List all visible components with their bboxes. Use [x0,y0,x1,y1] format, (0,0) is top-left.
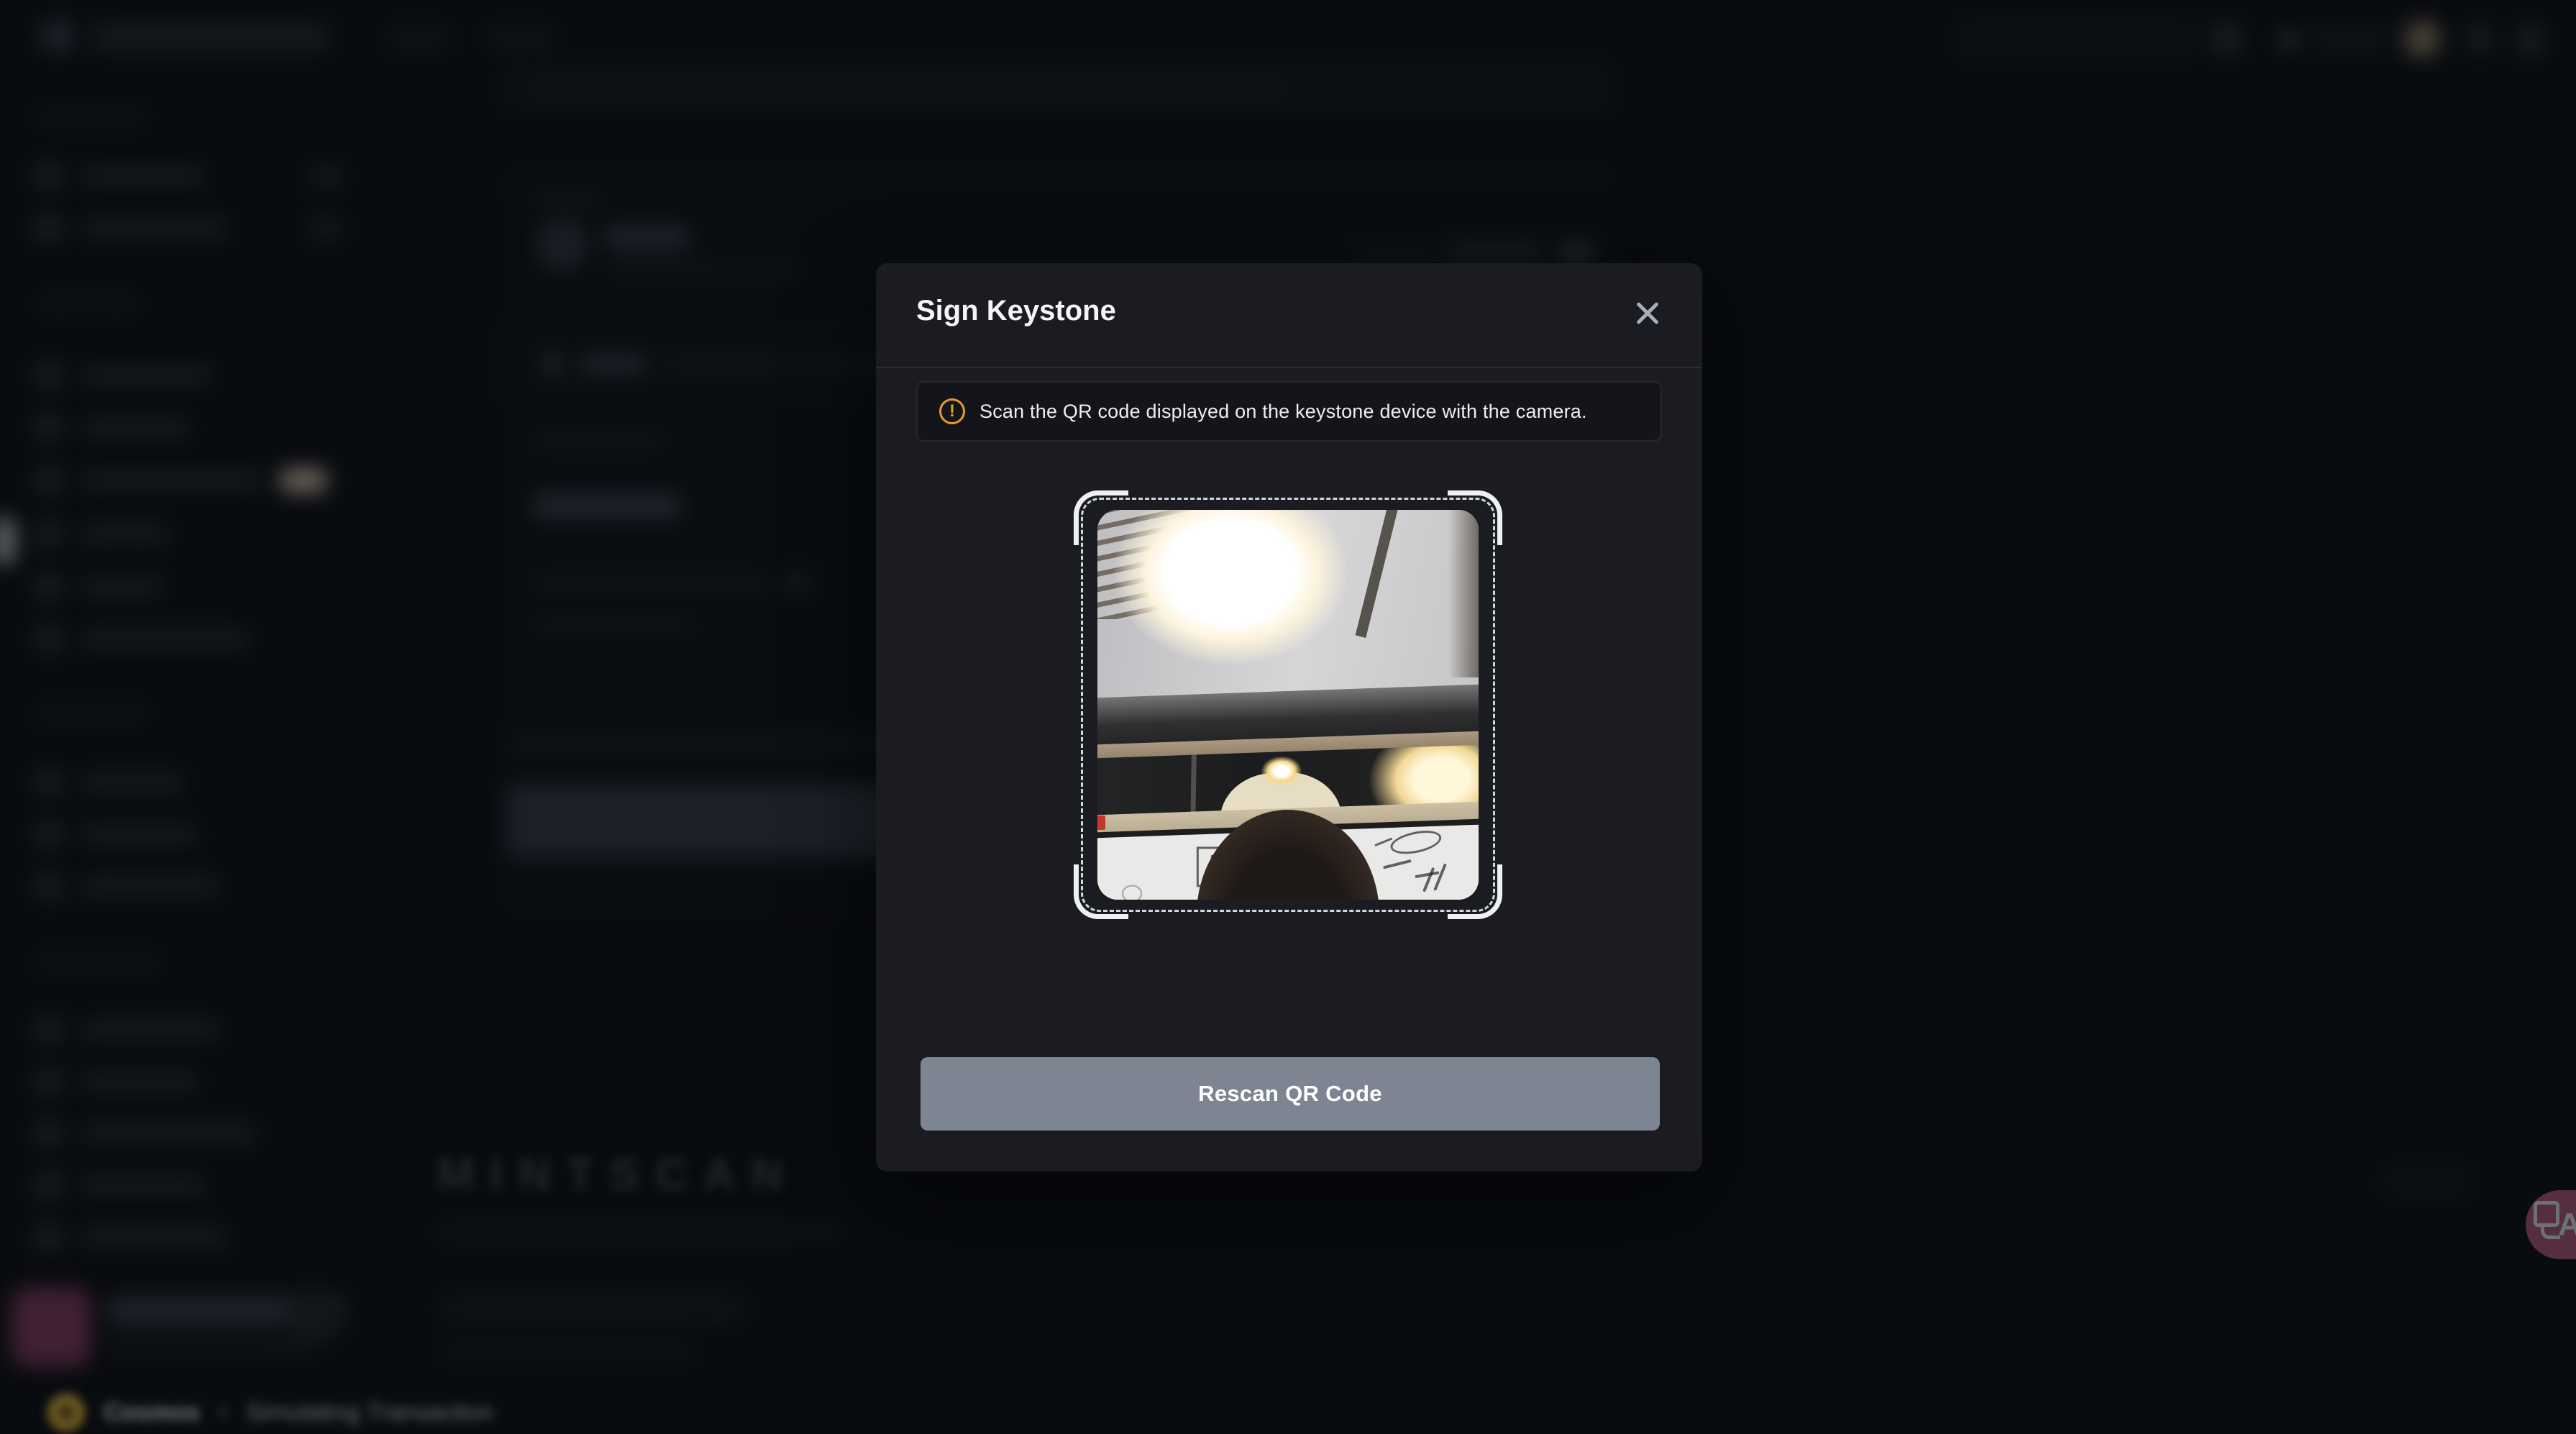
notice-text: Scan the QR code displayed on the keysto… [979,401,1587,423]
modal-title: Sign Keystone [916,295,1116,327]
modal-divider [876,367,1702,368]
app-screen: MINTSCAN Cosmos • Simulating Transaction… [0,0,2576,1434]
qr-viewfinder [1076,493,1500,917]
close-icon[interactable] [1632,298,1663,329]
warning-icon: ! [939,398,965,424]
rescan-label: Rescan QR Code [1198,1081,1382,1107]
sign-keystone-modal: Sign Keystone ! Scan the QR code display… [876,263,1702,1172]
scan-notice: ! Scan the QR code displayed on the keys… [916,381,1662,442]
camera-preview [1097,510,1479,900]
rescan-qr-button[interactable]: Rescan QR Code [921,1057,1660,1131]
